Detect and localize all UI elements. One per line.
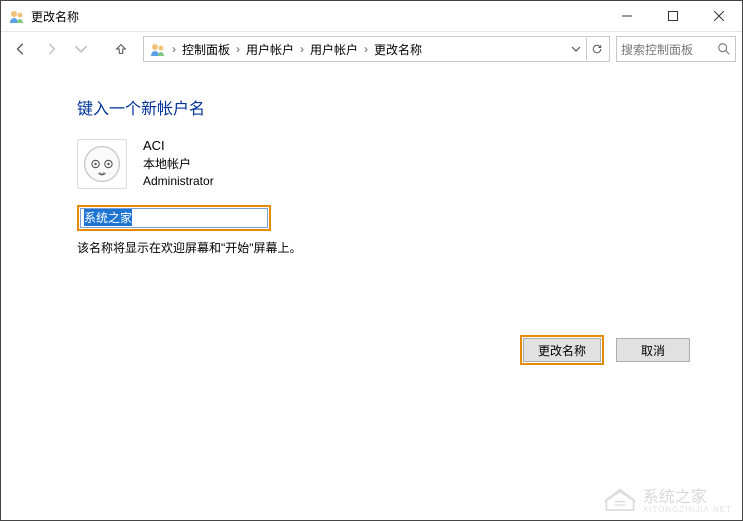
user-accounts-icon: [150, 41, 166, 57]
window-title: 更改名称: [31, 8, 79, 25]
forward-button[interactable]: [37, 35, 65, 63]
breadcrumb[interactable]: 更改名称: [370, 41, 426, 58]
chevron-right-icon[interactable]: ›: [298, 42, 306, 56]
user-type: 本地帐户: [143, 156, 214, 173]
input-highlight: [77, 205, 271, 231]
search-placeholder: 搜索控制面板: [621, 41, 717, 58]
minimize-button[interactable]: [604, 1, 650, 31]
cancel-button[interactable]: 取消: [616, 338, 690, 362]
chevron-right-icon[interactable]: ›: [234, 42, 242, 56]
avatar: [77, 139, 127, 189]
page-title: 键入一个新帐户名: [77, 95, 742, 119]
up-button[interactable]: [107, 35, 135, 63]
account-name-input[interactable]: [80, 208, 268, 228]
nav-row: › 控制面板 › 用户帐户 › 用户帐户 › 更改名称 搜索控制面板: [1, 32, 742, 66]
change-name-button[interactable]: 更改名称: [523, 338, 601, 362]
primary-button-highlight: 更改名称: [520, 335, 604, 365]
user-info-row: ACI 本地帐户 Administrator: [77, 137, 742, 191]
content: 键入一个新帐户名 ACI 本地帐户 Administrator: [1, 67, 742, 520]
breadcrumb[interactable]: 用户帐户: [242, 41, 298, 58]
hint-text: 该名称将显示在欢迎屏幕和"开始"屏幕上。: [77, 239, 742, 256]
user-info: ACI 本地帐户 Administrator: [143, 137, 214, 191]
close-button[interactable]: [696, 1, 742, 31]
chevron-right-icon[interactable]: ›: [362, 42, 370, 56]
window: 更改名称 › 控制面板 › 用户帐户 › 用户帐户 ›: [0, 0, 743, 521]
address-bar[interactable]: › 控制面板 › 用户帐户 › 用户帐户 › 更改名称: [143, 36, 610, 62]
breadcrumb[interactable]: 用户帐户: [306, 41, 362, 58]
button-row: 更改名称 取消: [520, 335, 690, 365]
user-accounts-icon: [9, 8, 25, 24]
chevron-right-icon[interactable]: ›: [170, 42, 178, 56]
breadcrumb[interactable]: 控制面板: [178, 41, 234, 58]
refresh-button[interactable]: [586, 38, 607, 60]
user-name: ACI: [143, 137, 214, 156]
user-role: Administrator: [143, 173, 214, 190]
recent-locations-button[interactable]: [67, 35, 95, 63]
title-bar: 更改名称: [1, 1, 742, 32]
history-dropdown-button[interactable]: [566, 38, 586, 60]
search-icon: [717, 42, 731, 56]
search-input[interactable]: 搜索控制面板: [616, 36, 736, 62]
maximize-button[interactable]: [650, 1, 696, 31]
back-button[interactable]: [7, 35, 35, 63]
